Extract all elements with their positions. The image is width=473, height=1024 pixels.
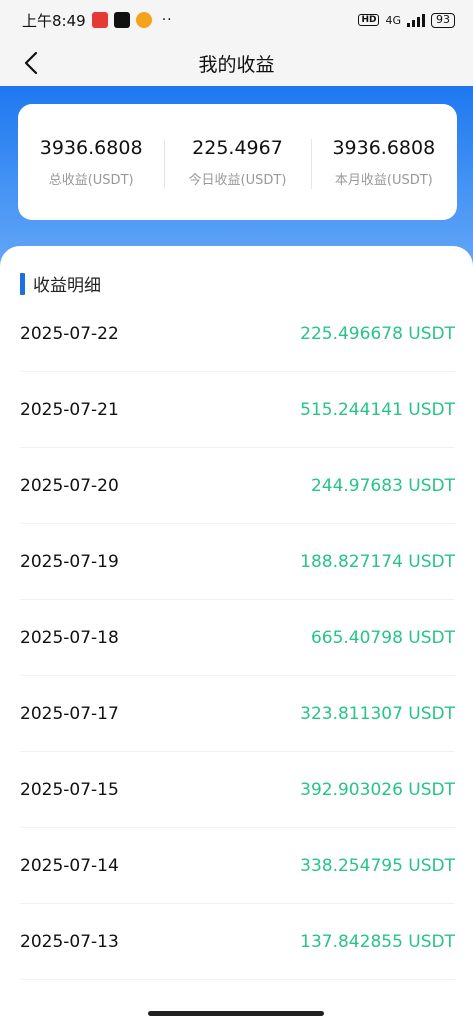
record-amount: 244.97683 USDT <box>310 475 455 496</box>
network-type: 4G <box>385 13 401 27</box>
hd-icon: HD <box>358 14 380 26</box>
status-left: 上午8:49 ·· <box>22 10 173 31</box>
summary-today-value: 225.4967 <box>192 136 283 159</box>
record-amount: 137.842855 USDT <box>300 931 455 952</box>
section-header: 收益明细 <box>20 271 101 296</box>
status-right: HD 4G 93 <box>358 12 455 28</box>
record-date: 2025-07-20 <box>20 475 119 496</box>
details-panel: 收益明细 2025-07-22 225.496678 USDT 2025-07-… <box>0 246 473 1024</box>
summary-month-label: 本月收益(USDT) <box>334 172 433 188</box>
nav-bar: 我的收益 <box>0 40 473 86</box>
record-date: 2025-07-21 <box>20 399 119 420</box>
summary-total-value: 3936.6808 <box>39 136 143 159</box>
record-date: 2025-07-14 <box>20 855 119 876</box>
summary-month: 3936.6808 本月收益(USDT) <box>310 136 457 189</box>
record-amount: 188.827174 USDT <box>300 551 455 572</box>
list-item[interactable]: 2025-07-15 392.903026 USDT <box>20 752 455 828</box>
status-bar: 上午8:49 ·· HD 4G 93 <box>0 0 473 40</box>
record-date: 2025-07-19 <box>20 551 119 572</box>
record-date: 2025-07-22 <box>20 323 119 344</box>
list-item[interactable]: 2025-07-17 323.811307 USDT <box>20 676 455 752</box>
list-item[interactable]: 2025-07-21 515.244141 USDT <box>20 372 455 448</box>
page-title: 我的收益 <box>198 53 275 76</box>
chevron-left-icon <box>24 51 38 75</box>
record-amount: 323.811307 USDT <box>300 703 455 724</box>
status-time: 上午8:49 <box>22 11 86 30</box>
summary-month-value: 3936.6808 <box>332 136 436 159</box>
list-item[interactable]: 2025-07-18 665.40798 USDT <box>20 600 455 676</box>
red-app-icon <box>91 12 108 28</box>
list-item[interactable]: 2025-07-20 244.97683 USDT <box>20 448 455 524</box>
record-date: 2025-07-18 <box>20 627 119 648</box>
list-item[interactable]: 2025-07-13 137.842855 USDT <box>20 904 455 980</box>
tiktok-icon <box>113 12 130 28</box>
back-button[interactable] <box>16 46 46 80</box>
summary-total-label: 总收益(USDT) <box>48 172 134 188</box>
weibo-icon <box>135 12 152 28</box>
record-amount: 665.40798 USDT <box>310 627 455 648</box>
section-accent-bar <box>20 272 25 295</box>
more-notifications-icon: ·· <box>161 12 173 28</box>
home-indicator[interactable] <box>148 1011 324 1016</box>
section-title: 收益明细 <box>33 276 101 296</box>
summary-card: 3936.6808 总收益(USDT) 225.4967 今日收益(USDT) … <box>18 104 457 220</box>
battery-icon: 93 <box>431 12 455 28</box>
record-amount: 515.244141 USDT <box>300 399 455 420</box>
record-amount: 338.254795 USDT <box>300 855 455 876</box>
summary-today-label: 今日收益(USDT) <box>188 172 287 188</box>
list-item[interactable]: 2025-07-22 225.496678 USDT <box>20 296 455 372</box>
list-item[interactable]: 2025-07-14 338.254795 USDT <box>20 828 455 904</box>
summary-today: 225.4967 今日收益(USDT) <box>164 136 310 189</box>
record-date: 2025-07-15 <box>20 779 119 800</box>
record-list: 2025-07-22 225.496678 USDT 2025-07-21 51… <box>20 296 455 980</box>
summary-total: 3936.6808 总收益(USDT) <box>18 137 164 188</box>
record-amount: 225.496678 USDT <box>300 323 455 344</box>
list-item[interactable]: 2025-07-19 188.827174 USDT <box>20 524 455 600</box>
record-date: 2025-07-17 <box>20 703 119 724</box>
record-amount: 392.903026 USDT <box>300 779 455 800</box>
record-date: 2025-07-13 <box>20 931 119 952</box>
signal-icon <box>407 13 425 27</box>
